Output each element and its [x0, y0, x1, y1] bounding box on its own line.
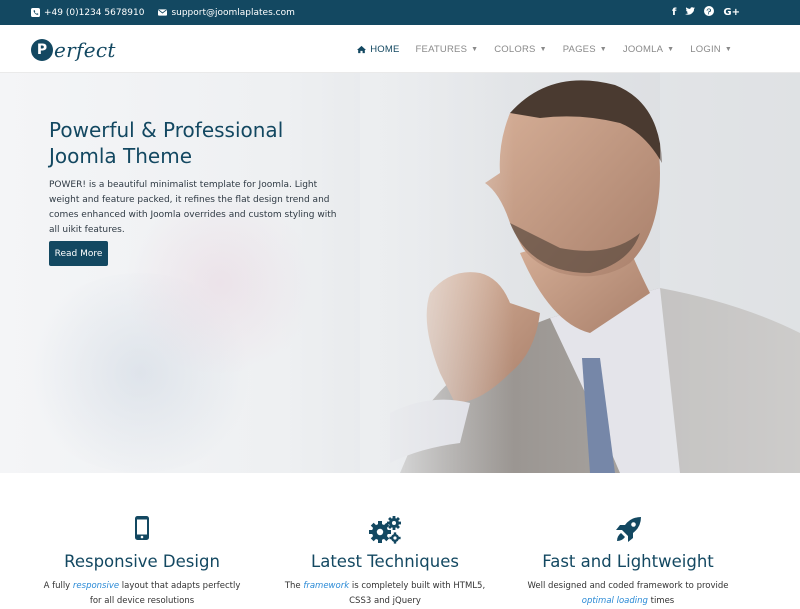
caret-down-icon: ▼: [539, 45, 547, 53]
email-contact[interactable]: support@joomlaplates.com: [158, 8, 295, 18]
feature-title: Latest Techniques: [311, 552, 459, 571]
feature-text-highlight[interactable]: optimal loading: [582, 596, 648, 606]
caret-down-icon: ▼: [724, 45, 732, 53]
feature-title: Responsive Design: [64, 552, 220, 571]
nav-item-login[interactable]: LOGIN ▼: [682, 44, 740, 55]
pinterest-icon[interactable]: [704, 6, 715, 19]
nav-item-home[interactable]: HOME: [349, 44, 407, 55]
nav-item-features[interactable]: FEATURES ▼: [408, 44, 487, 55]
google-plus-icon[interactable]: G+: [723, 7, 740, 18]
hero-section: Powerful & Professional Joomla Theme POW…: [0, 73, 800, 473]
nav-label: PAGES: [562, 43, 596, 55]
facebook-icon[interactable]: f: [672, 7, 676, 18]
feature-text: The framework is completely built with H…: [280, 579, 490, 609]
twitter-icon[interactable]: [685, 6, 696, 19]
top-bar: +49 (0)1234 5678910 support@joomlaplates…: [0, 0, 800, 25]
logo-text: erfect: [54, 38, 116, 62]
hero-title-line: Joomla Theme: [49, 144, 193, 168]
feature-text-part: A fully: [43, 581, 73, 591]
main-nav: HOME FEATURES ▼ COLORS ▼ PAGES ▼ JOOMLA …: [349, 25, 740, 73]
nav-label: FEATURES: [415, 43, 468, 55]
hero-title: Powerful & Professional Joomla Theme: [49, 117, 349, 169]
contact-info: +49 (0)1234 5678910 support@joomlaplates…: [31, 0, 295, 25]
gears-icon: [368, 516, 402, 548]
nav-label: JOOMLA: [622, 43, 664, 55]
social-links: f G+: [672, 0, 740, 25]
phone-icon: [31, 8, 40, 17]
caret-down-icon: ▼: [599, 45, 607, 53]
nav-label: COLORS: [494, 43, 536, 55]
phone-contact: +49 (0)1234 5678910: [31, 8, 144, 18]
feature-text: Well designed and coded framework to pro…: [523, 579, 733, 609]
feature-text-highlight[interactable]: framework: [303, 581, 349, 591]
nav-item-colors[interactable]: COLORS ▼: [486, 44, 554, 55]
features-section: Responsive Design A fully responsive lay…: [0, 474, 800, 606]
feature-text-part: times: [647, 596, 675, 606]
site-logo[interactable]: P erfect: [31, 37, 116, 63]
nav-item-joomla[interactable]: JOOMLA ▼: [615, 44, 682, 55]
feature-text-part: The: [284, 581, 304, 591]
nav-item-pages[interactable]: PAGES ▼: [555, 44, 615, 55]
feature-title: Fast and Lightweight: [542, 552, 714, 571]
logo-circle: P: [31, 39, 53, 61]
feature-text-part: is completely built with HTML5, CSS3 and…: [349, 581, 486, 606]
caret-down-icon: ▼: [471, 45, 479, 53]
nav-label: LOGIN: [690, 43, 721, 55]
rocket-icon: [614, 516, 642, 548]
mobile-icon: [134, 516, 150, 544]
feature-text-highlight[interactable]: responsive: [73, 581, 119, 591]
envelope-icon: [158, 9, 168, 16]
hero-title-line: Powerful & Professional: [49, 118, 284, 142]
email-link[interactable]: support@joomlaplates.com: [171, 8, 294, 18]
feature-text: A fully responsive layout that adapts pe…: [37, 579, 247, 609]
feature-text-part: Well designed and coded framework to pro…: [527, 581, 729, 591]
nav-label: HOME: [370, 43, 400, 55]
read-more-button[interactable]: Read More: [49, 241, 108, 266]
hero-description: POWER! is a beautiful minimalist templat…: [49, 180, 337, 235]
home-icon: [357, 45, 367, 53]
caret-down-icon: ▼: [667, 45, 675, 53]
site-header: P erfect HOME FEATURES ▼ COLORS ▼ PAGES …: [0, 25, 800, 73]
hero-man-image: [360, 73, 800, 473]
phone-number: +49 (0)1234 5678910: [44, 7, 145, 18]
